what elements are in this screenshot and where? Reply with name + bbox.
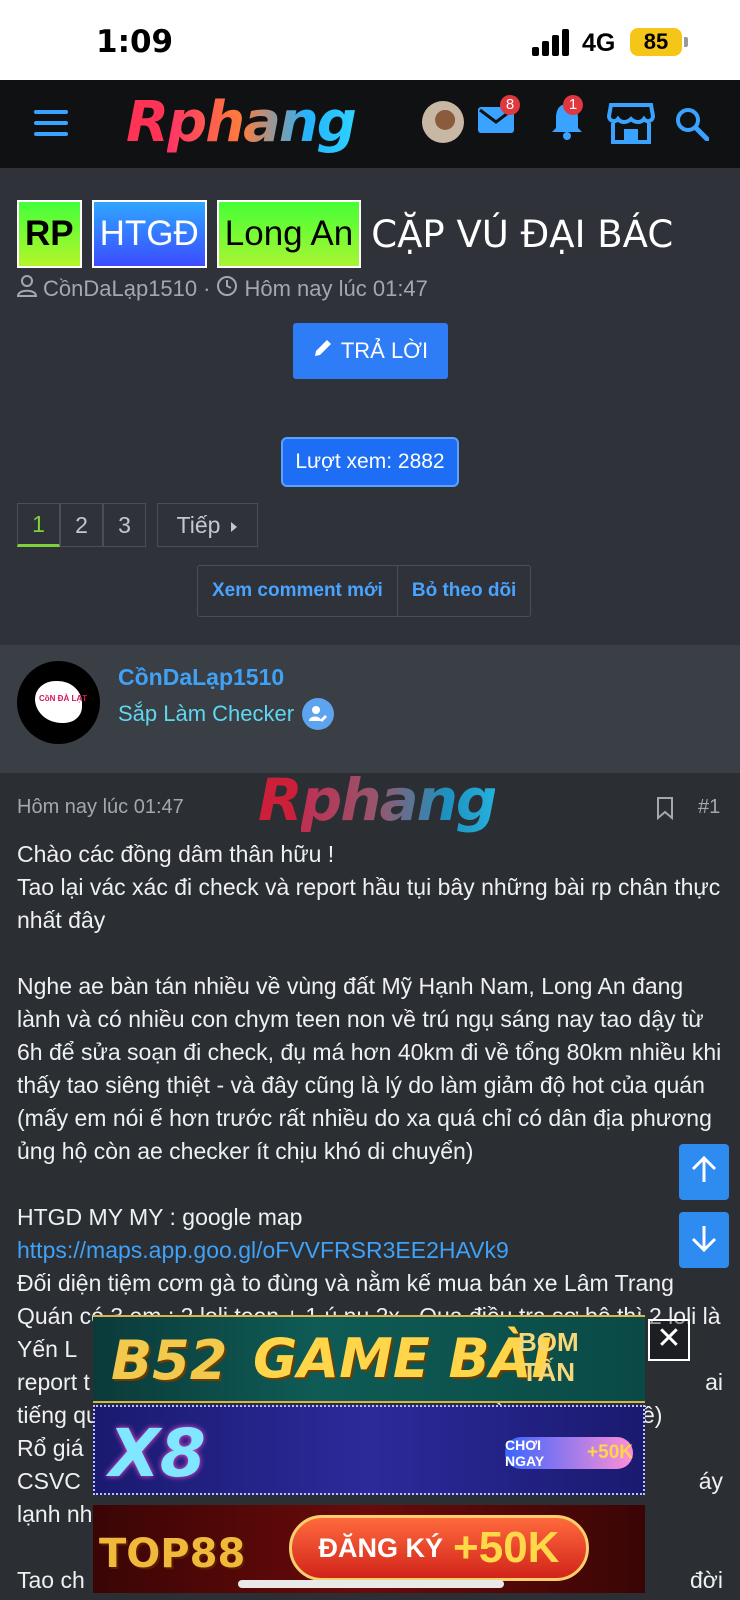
close-ad-button[interactable]: ✕ — [648, 1319, 690, 1361]
meta-separator: · — [203, 276, 211, 301]
post-paragraph-1: Chào các đồng dâm thân hữu ! Tao lại vác… — [17, 841, 721, 933]
post-paragraph-2: Nghe ae bàn tán nhiều về vùng đất Mỹ Hạn… — [17, 973, 722, 1164]
line-tao-end: đời — [690, 1567, 723, 1593]
thread-title-row: RP HTGĐ Long An CẶP VÚ ĐẠI BÁC — [17, 200, 673, 268]
arrow-up-icon — [691, 1155, 717, 1189]
ad1-title: GAME BÀI — [253, 1327, 552, 1390]
shop-line: HTGD MY MY : google map — [17, 1204, 303, 1230]
ad1-brand: B52 — [111, 1329, 228, 1392]
line-report: report t — [17, 1369, 90, 1395]
user-edit-icon — [302, 698, 335, 730]
search-icon[interactable] — [675, 107, 710, 146]
ad2-brand: X8 — [109, 1415, 206, 1492]
store-icon[interactable] — [606, 101, 656, 150]
thread-date[interactable]: Hôm nay lúc 01:47 — [244, 276, 427, 302]
scroll-down-button[interactable] — [679, 1212, 729, 1268]
ad1-tag: BOM TẤN — [518, 1327, 579, 1387]
caret-right-icon — [230, 512, 238, 539]
avatar-text: CồN ĐÀ LẠT — [39, 694, 87, 703]
ad3-brand: TOP88 — [99, 1531, 246, 1577]
thread-author[interactable]: CồnDaLạp1510 — [43, 276, 197, 302]
ad2-cta: CHƠI NGAY +50K — [505, 1437, 633, 1469]
thread-actions: Xem comment mới Bỏ theo dõi — [197, 565, 532, 617]
pagination: 1 2 3 Tiếp — [17, 503, 258, 547]
clock-icon — [216, 275, 238, 303]
new-comments-button[interactable]: Xem comment mới — [198, 566, 397, 616]
page-3[interactable]: 3 — [103, 503, 146, 547]
reply-label: TRẢ LỜI — [340, 338, 429, 363]
battery-icon: 85 — [630, 28, 682, 56]
author-avatar[interactable]: CồN ĐÀ LẠT — [17, 661, 100, 744]
site-logo[interactable]: Rphang — [126, 90, 357, 155]
prefix-htgd[interactable]: HTGĐ — [91, 200, 207, 268]
map-link[interactable]: https://maps.app.goo.gl/oFVVFRSR3EE2HAVk… — [17, 1237, 509, 1263]
watermark-logo: Rphang — [258, 766, 497, 834]
line-csvc: CSVC — [17, 1468, 81, 1494]
home-indicator[interactable] — [238, 1580, 504, 1588]
network-type: 4G — [582, 29, 616, 57]
line-tao: Tao ch — [17, 1567, 85, 1593]
arrow-down-icon — [691, 1224, 717, 1257]
post-number[interactable]: #1 — [698, 796, 720, 819]
author-rank-label: Sắp Làm Checker — [118, 701, 295, 726]
line-report-end: ai — [705, 1369, 723, 1395]
view-count: Lượt xem: 2882 — [281, 437, 459, 487]
prefix-long-an[interactable]: Long An — [216, 200, 362, 268]
author-name[interactable]: CồnDaLạp1510 — [118, 664, 284, 691]
status-bar: 1:09 4G 85 — [0, 0, 740, 80]
next-page-button[interactable]: Tiếp — [157, 503, 258, 547]
ad-banner-b52[interactable]: B52 GAME BÀI BOM TẤN — [93, 1315, 645, 1403]
signal-icon — [532, 28, 572, 56]
user-icon — [16, 275, 38, 303]
next-label: Tiếp — [176, 511, 221, 538]
author-rank: Sắp Làm Checker — [118, 698, 335, 730]
reply-button[interactable]: TRẢ LỜI — [293, 323, 448, 379]
status-time: 1:09 — [96, 24, 174, 60]
battery-cap — [684, 37, 688, 47]
line-csvc-end: áy — [698, 1468, 723, 1494]
prefix-rp[interactable]: RP — [17, 200, 82, 268]
ad3-cta: ĐĂNG KÝ +50K — [289, 1515, 589, 1581]
alert-count-badge: 1 — [563, 95, 583, 115]
page-1[interactable]: 1 — [17, 503, 60, 547]
unfollow-button[interactable]: Bỏ theo dõi — [396, 566, 530, 616]
thread-title: CẶP VÚ ĐẠI BÁC — [371, 212, 674, 256]
account-avatar[interactable] — [422, 101, 464, 143]
post-date[interactable]: Hôm nay lúc 01:47 — [17, 796, 184, 819]
scroll-up-button[interactable] — [679, 1144, 729, 1200]
page-2[interactable]: 2 — [60, 503, 103, 547]
post-author-block — [0, 645, 740, 773]
pencil-icon — [313, 338, 333, 364]
ad-banner-x8[interactable]: X8 CHƠI NGAY +50K — [93, 1405, 645, 1495]
mail-count-badge: 8 — [500, 95, 520, 115]
bookmark-icon[interactable] — [656, 796, 674, 825]
thread-meta: CồnDaLạp1510 · Hôm nay lúc 01:47 — [16, 275, 428, 303]
menu-icon[interactable] — [34, 110, 68, 138]
